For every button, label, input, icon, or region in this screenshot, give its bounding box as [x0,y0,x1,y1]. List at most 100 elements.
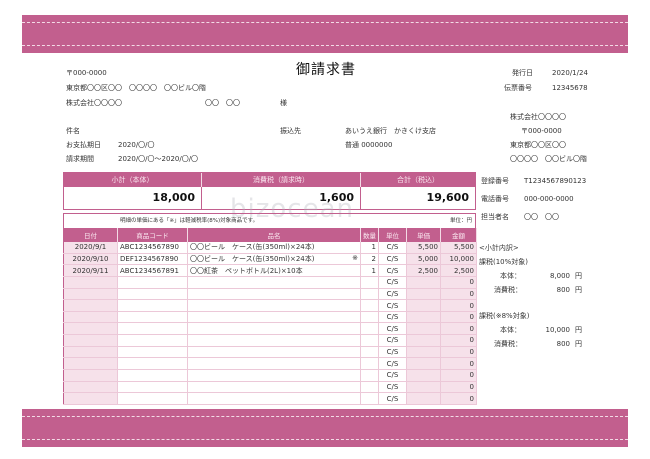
row-date [63,276,118,289]
row-qty [360,357,379,371]
row-amount: 5,500 [440,241,477,254]
row-code [117,299,188,312]
header-amount: 金額 [440,228,477,242]
tel-value: 000-000-0000 [524,195,574,203]
row-name [187,288,361,301]
row-price: 5,000 [406,253,441,266]
row-date [63,322,118,336]
issue-date-value: 2020/1/24 [552,69,588,77]
row-price [406,322,441,336]
row-unit: C/S [378,299,407,312]
standard-body-unit: 円 [575,272,582,280]
row-name-text: 〇〇ビール ケース(缶(350ml)×24本) [190,254,315,263]
staff-label: 担当者名 [481,213,509,221]
row-code: ABC1234567891 [117,264,188,277]
reduced-body-value: 10,000 [545,326,571,334]
row-amount: 2,500 [440,264,477,277]
row-name [187,357,361,371]
row-amount: 0 [440,381,477,394]
issue-date-label: 発行日 [512,69,533,77]
row-date [63,346,118,359]
row-code [117,369,188,382]
table-row: C/S 0 [63,357,477,371]
header-price: 単価 [406,228,441,242]
row-code [117,276,188,289]
reduced-tax-mark: ※ [352,253,358,262]
bottom-decorative-band [22,409,628,447]
row-qty: 2 [360,253,379,266]
reduced-rate-label: 課税(※8%対象) [479,312,530,320]
row-code [117,322,188,336]
reduced-tax-note: 明細の単価にある「※」は軽減税率(8%)対象商品です。 [120,218,259,224]
row-qty [360,311,379,324]
row-code [117,334,188,347]
row-amount: 0 [440,276,477,289]
bank-name: あいうえ銀行 かきくけ支店 [345,127,436,135]
client-person: 〇〇 〇〇 [205,99,240,107]
header-unit: 単位 [378,228,407,242]
row-qty [360,288,379,301]
row-price: 5,500 [406,241,441,254]
table-header-row: 日付 商品コード 品名 数量 単位 単価 金額 [63,228,477,242]
issuer-postal: 〒000-0000 [521,127,562,135]
period-value: 2020/〇/〇〜2020/〇/〇 [118,155,199,163]
bank-account: 普通 0000000 [345,141,393,149]
header-qty: 数量 [360,228,379,242]
top-decorative-band [22,15,628,53]
row-name-text: 〇〇ビール ケース(缶(350ml)×24本) [190,243,315,252]
row-name: 〇〇紅茶 ペットボトル(2L)×10本 [187,264,361,277]
client-company: 株式会社〇〇〇〇 [66,99,122,107]
table-row: C/S 0 [63,381,477,394]
row-qty [360,334,379,347]
row-date [63,311,118,324]
row-code [117,346,188,359]
row-unit: C/S [378,241,407,254]
row-amount: 0 [440,288,477,301]
reduced-body-label: 本体： [500,326,521,334]
row-unit: C/S [378,253,407,266]
row-price: 2,500 [406,264,441,277]
row-price [406,288,441,301]
standard-body-value: 8,000 [549,272,570,280]
row-unit: C/S [378,392,407,405]
row-amount: 0 [440,369,477,382]
row-code [117,381,188,394]
detail-table: 日付 商品コード 品名 数量 単位 単価 金額 2020/9/1 ABC12345… [63,228,477,405]
row-unit: C/S [378,264,407,277]
row-name [187,334,361,347]
bank-label: 振込先 [280,127,301,135]
row-name [187,381,361,394]
table-row: 2020/9/1 ABC1234567890 〇〇ビール ケース(缶(350ml)×… [63,241,477,254]
subject-label: 件名 [66,127,80,135]
row-name [187,311,361,324]
row-name [187,346,361,359]
issuer-address-2: 〇〇〇〇 〇〇ビル〇階 [510,155,587,163]
row-unit: C/S [378,346,407,359]
row-date: 2020/9/10 [63,253,118,266]
table-row: C/S 0 [63,369,477,382]
issuer-address-1: 東京都〇〇区〇〇 [510,141,566,149]
table-row: C/S 0 [63,346,477,359]
table-row: C/S 0 [63,322,477,336]
row-code [117,288,188,301]
row-code [117,311,188,324]
row-date [63,392,118,405]
header-date: 日付 [63,228,118,242]
row-amount: 10,000 [440,253,477,266]
row-date [63,357,118,371]
total-value: 19,600 [426,191,469,204]
breakdown-title: <小計内訳> [479,244,519,252]
row-qty [360,299,379,312]
row-qty [360,369,379,382]
header-code: 商品コード [117,228,188,242]
standard-tax-value: 800 [556,286,570,294]
row-unit: C/S [378,311,407,324]
row-date [63,288,118,301]
row-price [406,334,441,347]
reduced-tax-label: 消費税： [494,340,522,348]
standard-rate-label: 課税(10%対象) [479,258,529,266]
row-qty [360,392,379,405]
row-qty: 1 [360,241,379,254]
header-name: 品名 [187,228,361,242]
row-price [406,276,441,289]
